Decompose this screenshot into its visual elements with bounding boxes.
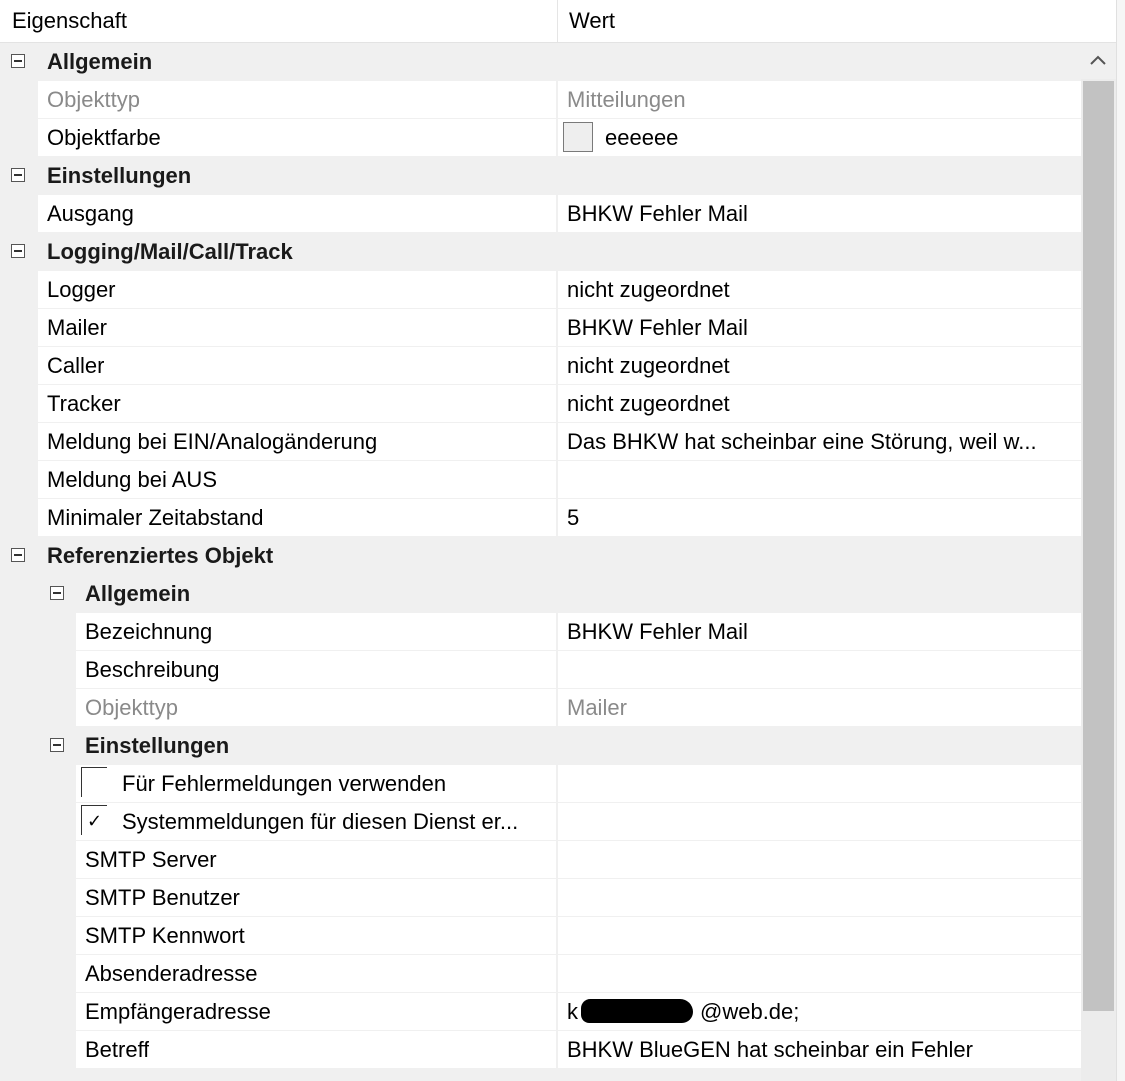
property-grid: Eigenschaft Wert Allgemein Objekttyp Mit… bbox=[0, 0, 1125, 1081]
property-name: Beschreibung bbox=[85, 657, 220, 682]
scroll-up-button[interactable] bbox=[1081, 43, 1116, 79]
property-rows: Allgemein Objekttyp Mitteilungen Objektf… bbox=[0, 43, 1081, 1069]
property-name: Systemmeldungen für diesen Dienst er... bbox=[122, 809, 519, 834]
property-row-objekttyp[interactable]: Objekttyp Mitteilungen bbox=[0, 81, 1081, 119]
property-name: Für Fehlermeldungen verwenden bbox=[122, 771, 447, 796]
header-property-column[interactable]: Eigenschaft bbox=[12, 0, 127, 42]
category-label: Allgemein bbox=[47, 49, 153, 74]
property-name: Empfängeradresse bbox=[85, 999, 271, 1024]
header-value-column[interactable]: Wert bbox=[569, 0, 615, 42]
category-logging[interactable]: Logging/Mail/Call/Track bbox=[0, 233, 1081, 271]
collapse-icon[interactable] bbox=[11, 548, 25, 562]
subcategory-allgemein[interactable]: Allgemein bbox=[0, 575, 1081, 613]
collapse-icon[interactable] bbox=[11, 54, 25, 68]
property-name: Betreff bbox=[85, 1037, 150, 1062]
property-row-caller[interactable]: Caller nicht zugeordnet bbox=[0, 347, 1081, 385]
category-label: Einstellungen bbox=[47, 163, 192, 188]
property-value[interactable]: Das BHKW hat scheinbar eine Störung, wei… bbox=[567, 423, 1072, 461]
property-name: Bezeichnung bbox=[85, 619, 213, 644]
property-row-smtp-server[interactable]: SMTP Server bbox=[0, 841, 1081, 879]
property-value[interactable]: nicht zugeordnet bbox=[567, 347, 1072, 385]
email-suffix[interactable]: @web.de; bbox=[700, 993, 1060, 1031]
property-row-meldung-aus[interactable]: Meldung bei AUS bbox=[0, 461, 1081, 499]
property-name: Meldung bei AUS bbox=[47, 467, 217, 492]
property-row-betreff[interactable]: Betreff BHKW BlueGEN hat scheinbar ein F… bbox=[0, 1031, 1081, 1069]
property-row-zeitabstand[interactable]: Minimaler Zeitabstand 5 bbox=[0, 499, 1081, 537]
property-name: Objekttyp bbox=[85, 695, 178, 720]
property-value[interactable]: BHKW BlueGEN hat scheinbar ein Fehler bbox=[567, 1031, 1072, 1069]
property-value[interactable]: nicht zugeordnet bbox=[567, 271, 1072, 309]
collapse-icon[interactable] bbox=[11, 168, 25, 182]
property-name: Caller bbox=[47, 353, 105, 378]
category-einstellungen[interactable]: Einstellungen bbox=[0, 157, 1081, 195]
property-value[interactable]: 5 bbox=[567, 499, 1072, 537]
property-row-bezeichnung[interactable]: Bezeichnung BHKW Fehler Mail bbox=[0, 613, 1081, 651]
property-row-empfaengeradresse[interactable]: Empfängeradresse k @web.de; bbox=[0, 993, 1081, 1031]
collapse-icon[interactable] bbox=[50, 586, 64, 600]
property-value[interactable]: BHKW Fehler Mail bbox=[567, 309, 1072, 347]
property-row-mailer[interactable]: Mailer BHKW Fehler Mail bbox=[0, 309, 1081, 347]
property-name: SMTP Kennwort bbox=[85, 923, 245, 948]
property-row-smtp-kennwort[interactable]: SMTP Kennwort bbox=[0, 917, 1081, 955]
property-value: Mailer bbox=[567, 695, 627, 720]
property-row-meldung-ein[interactable]: Meldung bei EIN/Analogänderung Das BHKW … bbox=[0, 423, 1081, 461]
color-value[interactable]: eeeeee bbox=[605, 119, 1065, 157]
collapse-icon[interactable] bbox=[11, 244, 25, 258]
property-row-ausgang[interactable]: Ausgang BHKW Fehler Mail bbox=[0, 195, 1081, 233]
property-name: Objektfarbe bbox=[47, 125, 161, 150]
subcategory-einstellungen[interactable]: Einstellungen bbox=[0, 727, 1081, 765]
fehlermeldungen-checkbox[interactable] bbox=[81, 767, 107, 797]
scrollbar-thumb[interactable] bbox=[1083, 81, 1114, 1011]
header-column-divider[interactable] bbox=[557, 0, 558, 42]
systemmeldungen-checkbox[interactable]: ✓ bbox=[81, 805, 107, 835]
color-swatch[interactable] bbox=[563, 122, 593, 152]
property-row-logger[interactable]: Logger nicht zugeordnet bbox=[0, 271, 1081, 309]
category-referenziertes-objekt[interactable]: Referenziertes Objekt bbox=[0, 537, 1081, 575]
property-value[interactable]: BHKW Fehler Mail bbox=[567, 195, 1072, 233]
property-row-smtp-benutzer[interactable]: SMTP Benutzer bbox=[0, 879, 1081, 917]
grid-header: Eigenschaft Wert bbox=[0, 0, 1120, 43]
category-label: Logging/Mail/Call/Track bbox=[47, 239, 293, 264]
category-allgemein[interactable]: Allgemein bbox=[0, 43, 1081, 81]
property-row-systemmeldungen[interactable]: ✓ Systemmeldungen für diesen Dienst er..… bbox=[0, 803, 1081, 841]
property-name: SMTP Benutzer bbox=[85, 885, 240, 910]
property-name: Meldung bei EIN/Analogänderung bbox=[47, 429, 378, 454]
property-value[interactable]: nicht zugeordnet bbox=[567, 385, 1072, 423]
window-edge bbox=[1116, 0, 1125, 1081]
property-row-fehlermeldungen[interactable]: Für Fehlermeldungen verwenden bbox=[0, 765, 1081, 803]
collapse-icon[interactable] bbox=[50, 738, 64, 752]
property-name: Mailer bbox=[47, 315, 107, 340]
redaction-mark bbox=[581, 999, 693, 1023]
category-label: Referenziertes Objekt bbox=[47, 543, 274, 568]
property-value: Mitteilungen bbox=[567, 87, 686, 112]
chevron-up-icon bbox=[1090, 55, 1106, 65]
property-row-objektfarbe[interactable]: Objektfarbe eeeeee bbox=[0, 119, 1081, 157]
property-value[interactable]: BHKW Fehler Mail bbox=[567, 613, 1072, 651]
property-name: SMTP Server bbox=[85, 847, 217, 872]
property-name: Logger bbox=[47, 277, 116, 302]
property-name: Minimaler Zeitabstand bbox=[47, 505, 264, 530]
property-row-beschreibung[interactable]: Beschreibung bbox=[0, 651, 1081, 689]
property-row-tracker[interactable]: Tracker nicht zugeordnet bbox=[0, 385, 1081, 423]
property-row-absenderadresse[interactable]: Absenderadresse bbox=[0, 955, 1081, 993]
property-row-ref-objekttyp[interactable]: Objekttyp Mailer bbox=[0, 689, 1081, 727]
property-name: Tracker bbox=[47, 391, 121, 416]
category-label: Einstellungen bbox=[85, 733, 230, 758]
property-name: Ausgang bbox=[47, 201, 134, 226]
property-name: Absenderadresse bbox=[85, 961, 258, 986]
category-label: Allgemein bbox=[85, 581, 191, 606]
vertical-scrollbar[interactable] bbox=[1081, 43, 1116, 1081]
property-name: Objekttyp bbox=[47, 87, 140, 112]
